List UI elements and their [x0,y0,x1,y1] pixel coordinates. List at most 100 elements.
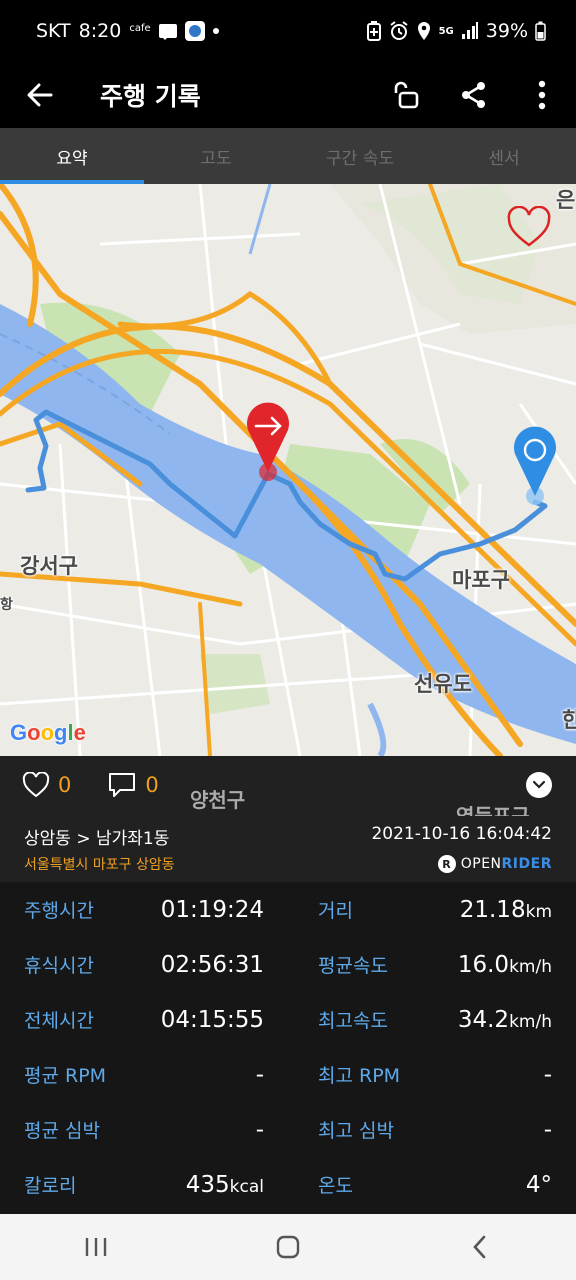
brand-open: OPEN [460,856,502,872]
google-logo: Google [10,720,86,746]
more-vert-icon [538,80,546,110]
stat-value: 34.2km/h [457,1006,552,1033]
expand-button[interactable] [526,772,552,798]
stat-value: 4° [525,1171,552,1198]
like-button[interactable]: 0 [22,772,71,798]
recent-apps-icon [85,1238,107,1256]
stats-grid: 주행시간 01:19:24 거리 21.18km 휴식시간 02:56:31 평… [0,882,576,1214]
stat-label: 전체시간 [24,1010,94,1032]
message-notification-icon [158,24,177,40]
tab-sensor[interactable]: 센서 [432,128,576,184]
google-logo-letter: e [73,720,86,745]
comment-icon [109,773,136,797]
unlock-button[interactable] [372,62,440,128]
location-icon [417,22,430,40]
stat-avg-rpm: 평균 RPM - [24,1047,264,1102]
map-label-seonyudo: 선유도 [414,672,472,696]
like-count: 0 [58,773,72,797]
clock: 8:20 [78,20,122,42]
stat-max-speed: 최고속도 34.2km/h [318,992,552,1047]
ride-summary-panel: 양천구 영등포구 0 0 상암동 > 남가좌1동 2021-10-16 16:0… [0,756,576,882]
more-notifications-icon [212,28,219,34]
home-icon [276,1235,300,1259]
map-label-gangseo: 강서구 [20,554,78,578]
status-bar: SKT 8:20 cafe 5G 39% [0,0,576,62]
stat-label: 칼로리 [24,1175,77,1197]
battery-percent: 39% [485,20,528,42]
stat-value: 21.18km [459,896,552,923]
ride-datetime: 2021-10-16 16:04:42 [371,824,552,844]
tab-segment-speed[interactable]: 구간 속도 [288,128,432,184]
stat-value: 04:15:55 [160,1006,264,1033]
stat-calories: 칼로리 435kcal [24,1157,264,1212]
stat-value: 16.0km/h [457,951,552,978]
stat-label: 거리 [318,900,353,922]
heart-outline-icon [507,206,551,247]
brand-rider: RIDER [501,856,552,872]
signal-icon [461,22,478,39]
carrier-label: SKT [36,20,71,42]
arrow-left-icon [27,83,53,107]
more-options-button[interactable] [508,62,576,128]
social-bar: 0 0 [0,756,576,814]
battery-saver-icon [366,21,381,41]
stat-label: 평균 심박 [24,1120,100,1142]
stat-label: 최고 RPM [318,1065,401,1087]
google-logo-letter: g [54,720,68,745]
back-button[interactable] [0,62,80,128]
system-nav-bar [0,1214,576,1280]
stat-value: - [543,1061,552,1088]
comment-count: 0 [145,773,159,797]
stat-label: 평균 RPM [24,1065,107,1087]
openrider-logo: R OPEN RIDER [437,855,552,873]
address-row: 서울특별시 마포구 상암동 R OPEN RIDER [24,854,552,874]
chevron-left-icon [473,1235,486,1259]
map-label-mapo: 마포구 [452,568,510,592]
tab-summary[interactable]: 요약 [0,128,144,184]
heart-outline-icon [22,772,50,798]
stat-label: 온도 [318,1175,353,1197]
network-type-label: 5G [438,25,454,37]
stat-total-time: 전체시간 04:15:55 [24,992,264,1047]
stat-label: 주행시간 [24,900,94,922]
app-bar: 주행 기록 [0,62,576,128]
google-logo-letter: o [27,720,41,745]
stat-value: - [255,1116,264,1143]
recent-apps-button[interactable] [36,1217,156,1277]
system-back-button[interactable] [420,1217,540,1277]
share-icon [462,82,485,108]
map-label-edge-left: 항 [0,597,13,613]
favorite-button[interactable] [506,206,552,248]
app-notification-icon [184,21,205,41]
stat-max-heart-rate: 최고 심박 - [318,1102,552,1157]
stat-avg-speed: 평균속도 16.0km/h [318,937,552,992]
google-logo-letter: o [40,720,55,745]
comment-button[interactable]: 0 [107,771,159,799]
stat-temperature: 온도 4° [318,1157,552,1212]
page-title: 주행 기록 [100,82,201,111]
battery-icon [535,21,546,41]
google-logo-letter: G [10,720,28,745]
stat-rest-time: 휴식시간 02:56:31 [24,937,264,992]
stat-value: - [255,1061,264,1088]
map-label-edge-top: 은 [556,188,576,212]
tab-elevation[interactable]: 고도 [144,128,288,184]
alarm-icon [389,21,408,40]
stat-label: 평균속도 [318,955,388,977]
stat-label: 휴식시간 [24,955,94,977]
map-canvas [0,184,576,756]
stat-label: 최고속도 [318,1010,388,1032]
route-header: 상암동 > 남가좌1동 2021-10-16 16:04:42 [24,824,552,849]
cafe-notification-label: cafe [129,22,151,34]
share-button[interactable] [440,62,508,128]
stat-avg-heart-rate: 평균 심박 - [24,1102,264,1157]
home-button[interactable] [228,1217,348,1277]
tab-bar: 요약 고도 구간 속도 센서 [0,128,576,184]
stat-value: 435kcal [185,1171,264,1198]
map-label-edge-right: 한 [562,708,576,732]
stat-value: - [543,1116,552,1143]
stat-riding-time: 주행시간 01:19:24 [24,882,264,937]
stat-distance: 거리 21.18km [318,882,552,937]
route-map[interactable]: 강서구 마포구 선유도 은 한 항 Google [0,184,576,756]
stat-value: 01:19:24 [160,896,264,923]
